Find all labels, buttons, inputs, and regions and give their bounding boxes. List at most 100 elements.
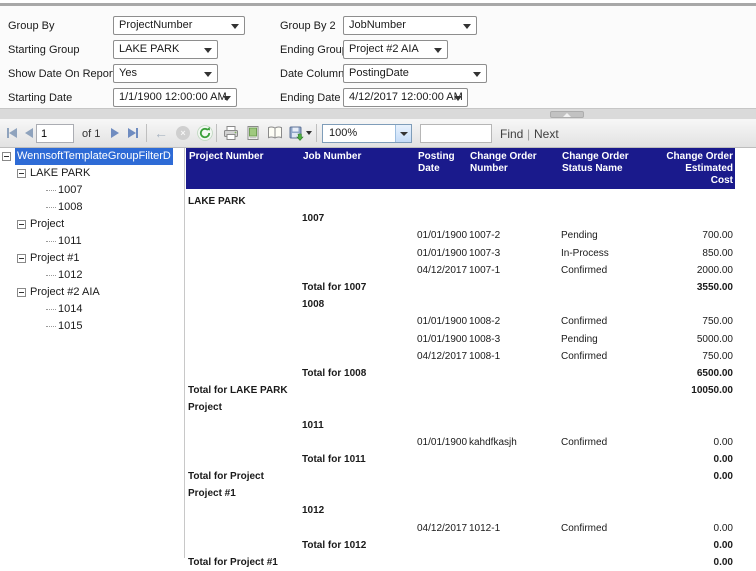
export-menu-caret-icon xyxy=(306,131,312,135)
report-cell-job: 1007 xyxy=(300,213,415,224)
group-by-2-select[interactable]: JobNumber xyxy=(343,16,477,35)
tree-node-label: Project #1 xyxy=(30,252,80,264)
tree-node-1012[interactable]: 1012 xyxy=(0,267,184,284)
find-link[interactable]: Find xyxy=(500,127,523,141)
last-page-button[interactable] xyxy=(124,124,142,142)
show-date-label: Show Date On Report xyxy=(8,68,116,80)
refresh-button[interactable] xyxy=(196,124,214,142)
tree-node-root[interactable]: WennsoftTemplateGroupFilterD xyxy=(0,148,184,165)
collapse-up-icon xyxy=(563,113,571,117)
report-cell-date: 01/01/1900 xyxy=(415,316,467,327)
tree-node-label: LAKE PARK xyxy=(30,167,90,179)
report-cell-date: 04/12/2017 xyxy=(415,265,467,276)
collapse-node-icon[interactable] xyxy=(17,288,26,297)
next-page-button[interactable] xyxy=(106,124,124,142)
starting-date-select[interactable]: 1/1/1900 12:00:00 AM xyxy=(113,88,237,107)
report-cell-cost: 750.00 xyxy=(659,351,735,362)
collapse-node-icon[interactable] xyxy=(17,220,26,229)
tree-node-label: Project #2 AIA xyxy=(30,286,100,298)
current-page-input[interactable] xyxy=(36,124,74,143)
page-setup-button[interactable] xyxy=(266,124,284,142)
tree-connector xyxy=(46,190,56,191)
starting-group-select[interactable]: LAKE PARK xyxy=(113,40,218,59)
document-map-panel: WennsoftTemplateGroupFilterD LAKE PARK 10… xyxy=(0,148,185,558)
export-button[interactable] xyxy=(288,124,312,142)
zoom-dropdown-button[interactable] xyxy=(395,125,411,142)
report-cell-cost: 5000.00 xyxy=(659,334,735,345)
group-by-label: Group By xyxy=(8,20,54,32)
group-by-2-value: JobNumber xyxy=(349,19,406,31)
chevron-down-icon xyxy=(204,72,212,77)
stop-icon: × xyxy=(176,126,190,140)
tree-node-label: 1008 xyxy=(58,201,82,213)
report-cell-date: 01/01/1900 xyxy=(415,248,467,259)
report-cell-cost: 2000.00 xyxy=(659,265,735,276)
group-by-select[interactable]: ProjectNumber xyxy=(113,16,245,35)
report-cell-date: 01/01/1900 xyxy=(415,437,467,448)
ending-group-label: Ending Group xyxy=(280,44,348,56)
show-date-select[interactable]: Yes xyxy=(113,64,218,83)
tree-node-1015[interactable]: 1015 xyxy=(0,318,184,335)
report-row-total-job: Total for 10073550.00 xyxy=(186,279,735,296)
report-cell-job: 1008 xyxy=(300,299,415,310)
report-row-total-job: Total for 1008 6500.00 xyxy=(186,365,735,382)
chevron-down-icon xyxy=(434,48,442,53)
tree-connector xyxy=(46,326,56,327)
print-button[interactable] xyxy=(222,124,240,142)
tree-node-project[interactable]: Project xyxy=(0,216,184,233)
report-cell-project: Total for Project #1 xyxy=(186,557,300,568)
tree-node-1014[interactable]: 1014 xyxy=(0,301,184,318)
report-row-total-job: Total for 10110.00 xyxy=(186,451,735,468)
tree-root-label: WennsoftTemplateGroupFilterD xyxy=(15,148,173,165)
stop-rendering-button[interactable]: × xyxy=(174,124,192,142)
report-row-total-job: Total for 10120.00 xyxy=(186,537,735,554)
find-next-separator: | xyxy=(527,127,530,141)
report-cell-status: Pending xyxy=(559,230,659,241)
tree-node-project-2-aia[interactable]: Project #2 AIA xyxy=(0,284,184,301)
report-cell-status: Confirmed xyxy=(559,351,659,362)
report-cell-date: 01/01/1900 xyxy=(415,334,467,345)
report-cell-cost: 6500.00 xyxy=(659,368,735,379)
first-page-icon xyxy=(9,128,17,138)
tree-node-lake-park[interactable]: LAKE PARK xyxy=(0,165,184,182)
find-text-input[interactable] xyxy=(420,124,492,143)
parameter-splitter-bar xyxy=(0,108,756,119)
report-cell-co: 1012-1 xyxy=(467,523,559,534)
report-cell-job: Total for 1008 xyxy=(300,368,415,379)
tree-node-label: 1007 xyxy=(58,184,82,196)
report-cell-status: Confirmed xyxy=(559,437,659,448)
find-next-link[interactable]: Next xyxy=(534,127,559,141)
tree-node-1011[interactable]: 1011 xyxy=(0,233,184,250)
chevron-down-icon xyxy=(223,96,231,101)
date-column-label: Date Column xyxy=(280,68,344,80)
collapse-parameters-handle[interactable] xyxy=(550,111,584,118)
column-header-change-order-number: Change Order Number xyxy=(467,148,559,189)
report-cell-date: 01/01/1900 xyxy=(415,230,467,241)
first-page-button[interactable] xyxy=(3,124,21,142)
ending-date-select[interactable]: 4/12/2017 12:00:00 AM xyxy=(343,88,468,107)
tree-node-1008[interactable]: 1008 xyxy=(0,199,184,216)
back-to-parent-button[interactable]: ← xyxy=(152,124,170,142)
date-column-select[interactable]: PostingDate xyxy=(343,64,487,83)
refresh-icon xyxy=(197,125,213,141)
ending-date-value: 4/12/2017 12:00:00 AM xyxy=(349,91,463,103)
zoom-select[interactable]: 100% xyxy=(322,124,412,143)
report-row-detail: 04/12/20171008-1Confirmed750.00 xyxy=(186,348,735,365)
tree-node-project-1[interactable]: Project #1 xyxy=(0,250,184,267)
report-cell-co: 1007-3 xyxy=(467,248,559,259)
collapse-node-icon[interactable] xyxy=(17,169,26,178)
collapse-node-icon[interactable] xyxy=(17,254,26,263)
report-row-job: 1012 xyxy=(186,502,735,519)
collapse-node-icon[interactable] xyxy=(2,152,11,161)
report-row-detail: 01/01/19001007-2Pending700.00 xyxy=(186,227,735,244)
ending-group-select[interactable]: Project #2 AIA xyxy=(343,40,448,59)
report-cell-cost: 750.00 xyxy=(659,316,735,327)
ending-date-label: Ending Date xyxy=(280,92,341,104)
report-row-project: LAKE PARK xyxy=(186,193,735,210)
report-cell-co: 1008-2 xyxy=(467,316,559,327)
print-layout-button[interactable] xyxy=(244,124,262,142)
report-cell-project: Total for Project xyxy=(186,471,300,482)
tree-node-1007[interactable]: 1007 xyxy=(0,182,184,199)
last-page-icon xyxy=(128,128,136,138)
export-save-icon xyxy=(288,125,304,141)
